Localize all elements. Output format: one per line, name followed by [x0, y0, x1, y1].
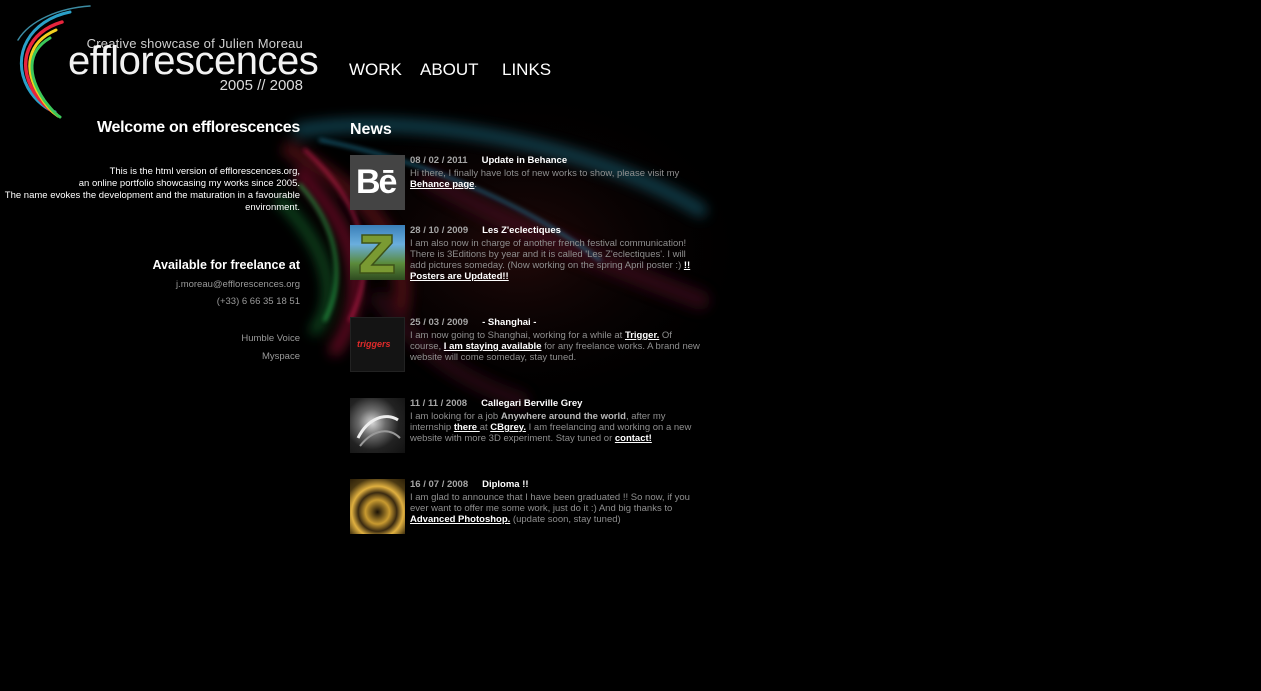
- email-link[interactable]: j.moreau@efflorescences.org: [176, 279, 300, 290]
- nav-work[interactable]: WORK: [349, 60, 402, 80]
- cbgrey-link[interactable]: CBgrey.: [490, 422, 526, 433]
- site-logo[interactable]: Creative showcase of Julien Moreau efflo…: [0, 0, 320, 125]
- news-text: 08 / 02 / 2011 Update in Behance Hi there…: [410, 155, 702, 190]
- behance-logo-icon: Bē: [356, 163, 397, 201]
- news-body: at: [479, 422, 491, 433]
- there-link[interactable]: there: [454, 422, 480, 433]
- welcome-heading: Welcome on efflorescences: [97, 119, 300, 136]
- advanced-photoshop-link[interactable]: Advanced Photoshop.: [410, 514, 510, 525]
- news-body: Hi there, I finally have lots of new wor…: [410, 168, 680, 179]
- news-date: 11 / 11 / 2008: [410, 398, 468, 409]
- news-text: 16 / 07 / 2008 Diploma !! I am glad to an…: [410, 479, 702, 525]
- news-text: 25 / 03 / 2009 - Shanghai - I am now goin…: [410, 317, 702, 363]
- news-emphasis: Anywhere around the world: [500, 411, 626, 422]
- news-body: I am now going to Shanghai, working for …: [410, 330, 625, 341]
- intro-paragraph: This is the html version of efflorescenc…: [4, 166, 300, 213]
- trigger-link[interactable]: Trigger.: [625, 330, 659, 341]
- news-date: 16 / 07 / 2008: [410, 479, 469, 490]
- contact-link[interactable]: contact!: [615, 433, 652, 444]
- news-body: I am glad to announce that I have been g…: [410, 492, 690, 514]
- news-body: .: [474, 179, 478, 190]
- news-date: 28 / 10 / 2009: [410, 225, 469, 236]
- logo-years: 2005 // 2008: [219, 77, 303, 94]
- trigger-thumbnail[interactable]: triggers: [350, 317, 405, 372]
- nav-links[interactable]: LINKS: [502, 60, 551, 80]
- nav-about[interactable]: ABOUT: [420, 60, 479, 80]
- news-date: 08 / 02 / 2011: [410, 155, 468, 166]
- zeclectiques-thumbnail[interactable]: [350, 225, 405, 280]
- news-heading: News: [350, 121, 392, 138]
- myspace-link[interactable]: Myspace: [262, 351, 300, 362]
- news-body: I am looking for a job: [410, 411, 501, 422]
- cbgrey-3d-icon: [356, 415, 401, 447]
- freelance-heading: Available for freelance at: [152, 258, 300, 272]
- behance-thumbnail[interactable]: Bē: [350, 155, 405, 210]
- staying-available-link[interactable]: I am staying available: [444, 341, 542, 352]
- news-title: Les Z'eclectiques: [482, 225, 561, 236]
- news-body: (update soon, stay tuned): [510, 514, 621, 525]
- diploma-thumbnail[interactable]: [350, 479, 405, 534]
- intro-text: This is the html version of efflorescenc…: [0, 166, 300, 214]
- news-title: - Shanghai -: [482, 317, 537, 328]
- news-title: Update in Behance: [481, 155, 568, 166]
- news-title: Callegari Berville Grey: [481, 398, 583, 409]
- humble-voice-link[interactable]: Humble Voice: [241, 333, 300, 344]
- news-text: 28 / 10 / 2009 Les Z'eclectiques I am als…: [410, 225, 702, 282]
- news-body: I am also now in charge of another frenc…: [410, 238, 687, 271]
- news-date: 25 / 03 / 2009: [410, 317, 469, 328]
- zeclectiques-z-icon: [359, 234, 395, 274]
- phone-number: (+33) 6 66 35 18 51: [216, 296, 300, 307]
- news-text: 11 / 11 / 2008 Callegari Berville Grey I …: [410, 398, 702, 444]
- cbgrey-thumbnail[interactable]: [350, 398, 405, 453]
- trigger-logo-icon: triggers: [357, 339, 391, 349]
- news-title: Diploma !!: [482, 479, 529, 490]
- behance-page-link[interactable]: Behance page: [410, 179, 474, 190]
